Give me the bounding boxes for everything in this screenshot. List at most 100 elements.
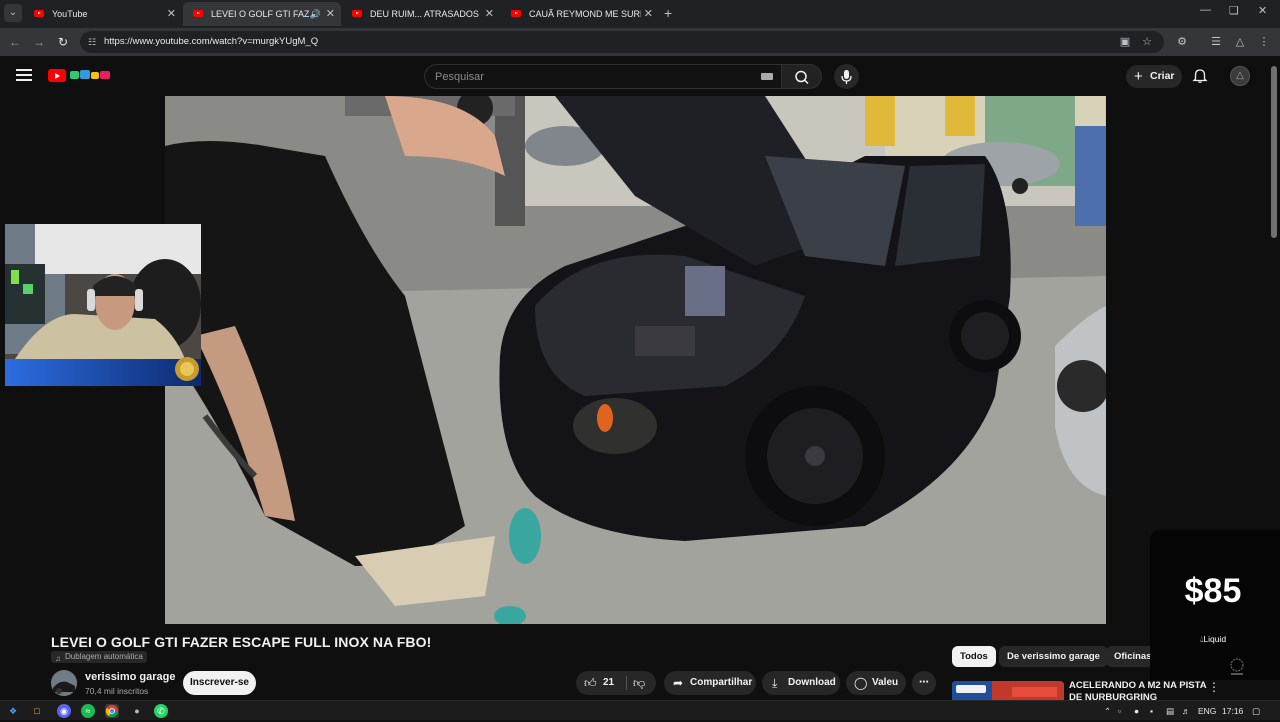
share-button[interactable]: ➦ Compartilhar — [664, 671, 756, 695]
like-count: 21 — [603, 677, 615, 688]
close-window-icon[interactable]: ✕ — [1258, 4, 1267, 17]
thumbs-up-icon: 👍︎ — [584, 676, 597, 690]
speaker-icon[interactable]: 🔊 — [310, 2, 321, 26]
video-frame-garage-scene — [165, 96, 1106, 624]
windows-taskbar: ❖ □ ◉ ≈ ● ✆ ⌃ ▫ ● ▪ ▤ ♬ ENG 17:16 ▢ — [0, 700, 1280, 720]
notifications-bell-icon[interactable] — [1192, 68, 1208, 84]
download-button[interactable]: ⤓ Download — [762, 671, 840, 695]
tab-current-video[interactable]: LEVEI O GOLF GTI FAZER ESCAPE FULL INOX … — [183, 2, 341, 26]
create-button[interactable]: + Criar — [1126, 65, 1182, 88]
thanks-label: Valeu — [872, 677, 899, 688]
discord-icon[interactable]: ◉ — [57, 704, 71, 718]
recommendation-thumbnail[interactable] — [952, 681, 1064, 701]
bookmark-star-icon[interactable]: ☆ — [1140, 35, 1154, 49]
new-tab-button[interactable]: + — [664, 4, 672, 22]
recommendation-menu-icon[interactable]: ⋮ — [1208, 680, 1220, 694]
minimize-icon[interactable]: — — [1200, 4, 1211, 16]
price-value: $85 — [1184, 572, 1242, 610]
liquid-price-widget: $85 💧︎Liquid — [1150, 530, 1280, 680]
share-label: Compartilhar — [690, 677, 753, 688]
dubbing-icon: ♫ — [55, 654, 61, 663]
tab-deu-ruim[interactable]: DEU RUIM... ATRASADOS DE PUBLICAÇÃO ✕ — [342, 2, 500, 26]
youtube-doodle-logo[interactable] — [68, 68, 114, 82]
media-controls-icon[interactable]: ☰ — [1208, 33, 1224, 51]
cast-icon[interactable]: ▣ — [1118, 35, 1132, 49]
tray-mic-icon[interactable]: ● — [1134, 704, 1139, 718]
channel-avatar-image — [51, 670, 77, 696]
tab-label: YouTube — [52, 9, 88, 19]
dub-badge-label: Dublagem automática — [65, 652, 143, 661]
tab-close-icon[interactable]: ✕ — [326, 2, 335, 26]
tab-search-button[interactable]: ⌄ — [4, 4, 22, 22]
video-title: LEVEI O GOLF GTI FAZER ESCAPE FULL INOX … — [51, 634, 432, 650]
thanks-button[interactable]: ◯ Valeu — [846, 671, 906, 695]
like-dislike-group: 👍︎ 21 👎︎ — [576, 671, 656, 695]
youtube-masthead: + Criar △ — [0, 56, 1280, 96]
youtube-favicon-icon — [193, 10, 203, 17]
tab-caua-reymond[interactable]: CAUÃ REYMOND ME SURPREENDEU ✕ — [501, 2, 659, 26]
search-button[interactable] — [782, 64, 822, 89]
restore-icon[interactable]: ❏ — [1229, 4, 1239, 17]
voice-search-button[interactable] — [834, 64, 859, 89]
chip-all[interactable]: Todos — [952, 646, 996, 667]
tab-label: CAUÃ REYMOND ME SURPREENDEU — [529, 9, 641, 19]
video-player[interactable] — [165, 96, 1106, 624]
microphone-icon — [841, 70, 852, 84]
search-input[interactable] — [435, 65, 755, 88]
whatsapp-icon[interactable]: ✆ — [154, 704, 168, 718]
tab-close-icon[interactable]: ✕ — [485, 2, 494, 26]
account-avatar[interactable]: △ — [1230, 66, 1250, 86]
channel-name[interactable]: verissimo garage — [85, 671, 176, 683]
youtube-logo-icon[interactable] — [48, 69, 66, 82]
forward-arrow-icon[interactable]: → — [30, 33, 48, 51]
tray-volume-icon[interactable]: ▪ — [1150, 704, 1153, 718]
tray-overflow-icon[interactable]: ⌃ — [1104, 704, 1111, 718]
tab-label: DEU RUIM... ATRASADOS DE PUBLICAÇÃO — [370, 9, 482, 19]
recommendation-thumbnail-image — [952, 681, 1064, 701]
more-actions-button[interactable]: ⋯ — [912, 671, 936, 695]
subscribe-button[interactable]: Inscrever-se — [183, 671, 256, 695]
keyboard-icon[interactable] — [761, 73, 773, 80]
like-button[interactable]: 👍︎ 21 — [576, 671, 626, 695]
url-text[interactable]: https://www.youtube.com/watch?v=murgkYUg… — [104, 31, 318, 53]
profile-icon[interactable]: △ — [1232, 33, 1248, 51]
search-box[interactable] — [424, 64, 782, 89]
tray-network-icon[interactable]: ▤ — [1166, 704, 1174, 718]
chrome-taskbar-icon[interactable] — [105, 704, 119, 718]
address-bar[interactable]: ☷ https://www.youtube.com/watch?v=murgkY… — [80, 31, 1164, 53]
site-info-icon[interactable]: ☷ — [86, 36, 98, 48]
back-arrow-icon[interactable]: ← — [6, 33, 24, 51]
thumbs-down-icon: 👎︎ — [633, 676, 646, 690]
like-divider — [626, 676, 627, 690]
input-language[interactable]: ENG — [1198, 704, 1216, 718]
plus-icon: + — [1134, 68, 1143, 85]
menu-hamburger-icon[interactable] — [16, 69, 32, 81]
more-dots-icon: ⋯ — [919, 677, 929, 688]
channel-avatar[interactable] — [51, 670, 77, 696]
tab-youtube[interactable]: YouTube ✕ — [24, 2, 182, 26]
download-label: Download — [788, 677, 836, 688]
tab-close-icon[interactable]: ✕ — [167, 2, 176, 26]
extensions-icon[interactable]: ⚙ — [1174, 33, 1190, 51]
browser-menu-icon[interactable]: ⋮ — [1256, 33, 1272, 51]
dislike-button[interactable]: 👎︎ — [628, 671, 656, 695]
page-scrollbar[interactable] — [1271, 66, 1277, 238]
chip-from-channel[interactable]: De verissimo garage — [999, 646, 1108, 667]
clock-time[interactable]: 17:16 — [1222, 704, 1243, 718]
obs-icon[interactable]: ● — [130, 704, 144, 718]
spotify-icon[interactable]: ≈ — [81, 704, 95, 718]
tray-app-icon[interactable]: ▫ — [1118, 704, 1121, 718]
search-icon — [795, 70, 809, 85]
file-explorer-icon[interactable]: □ — [30, 704, 44, 718]
price-label: 💧︎Liquid — [1199, 634, 1227, 644]
windows-start-icon[interactable]: ❖ — [6, 704, 20, 718]
create-label: Criar — [1150, 70, 1175, 82]
auto-dubbing-badge[interactable]: ♫ Dublagem automática — [51, 651, 147, 663]
streamer-webcam-overlay — [5, 224, 201, 386]
share-arrow-icon: ➦ — [673, 676, 684, 690]
notifications-center-icon[interactable]: ▢ — [1252, 704, 1260, 718]
reload-icon[interactable]: ↻ — [54, 33, 72, 51]
tab-close-icon[interactable]: ✕ — [644, 2, 653, 26]
youtube-favicon-icon — [352, 10, 362, 17]
tray-speaker-icon[interactable]: ♬ — [1182, 704, 1191, 718]
